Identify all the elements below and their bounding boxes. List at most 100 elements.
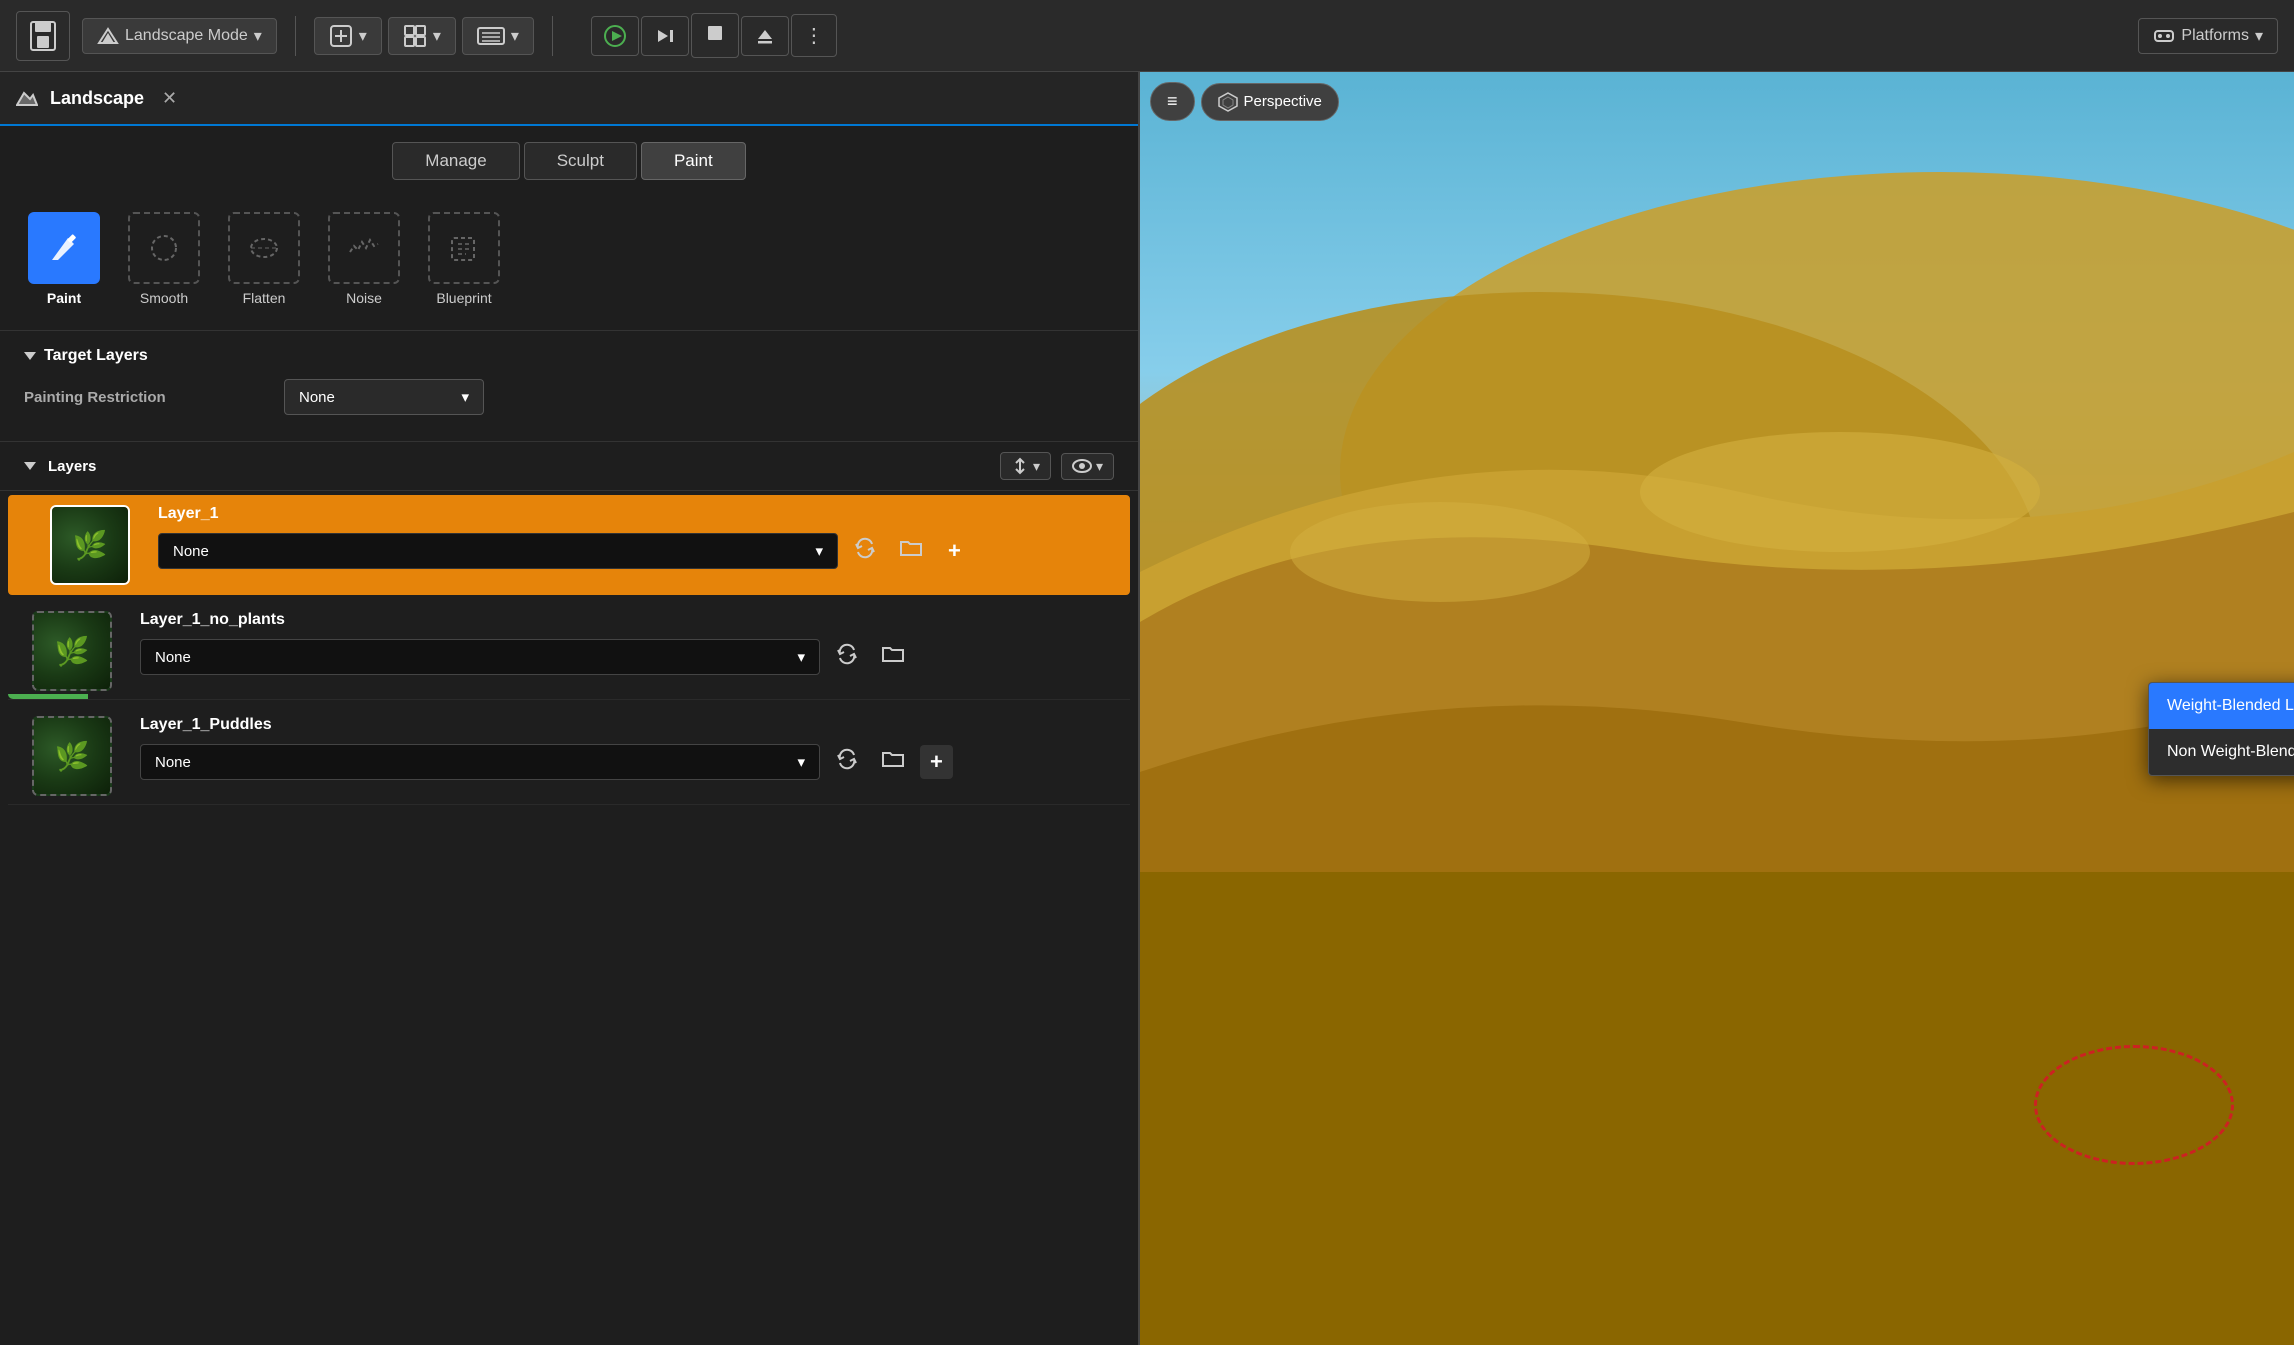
tool-blueprint-icon-box	[428, 212, 500, 284]
more-button[interactable]: ⋮	[791, 14, 837, 57]
tool-flatten[interactable]: Flatten	[224, 208, 304, 310]
layer2-name: Layer_1_no_plants	[140, 611, 1106, 629]
platforms-dropdown-icon: ▾	[2255, 26, 2263, 46]
main-layout: Landscape ✕ Manage Sculpt Paint Paint	[0, 72, 2294, 1345]
play-group: ⋮	[591, 13, 837, 58]
perspective-label: Perspective	[1244, 93, 1322, 110]
save-button[interactable]	[16, 11, 70, 61]
tool-flatten-label: Flatten	[243, 290, 286, 306]
eject-button[interactable]	[741, 16, 789, 56]
separator-2	[552, 16, 553, 56]
layer2-content: Layer_1_no_plants None ▾	[140, 611, 1106, 691]
layer2-folder-button[interactable]	[874, 640, 912, 674]
tool-flatten-icon-box	[228, 212, 300, 284]
layer3-content: Layer_1_Puddles None ▾	[140, 716, 1106, 796]
layer3-name: Layer_1_Puddles	[140, 716, 1106, 734]
dropdown-item-weight-blended[interactable]: Weight-Blended Layer (normal)	[2149, 683, 2294, 729]
layer1-select-row: None ▾	[158, 533, 1104, 569]
platforms-label: Platforms	[2181, 27, 2249, 45]
landscape-mode-label: Landscape Mode	[125, 27, 248, 45]
layer2-select-value: None	[155, 649, 191, 666]
transform-dropdown-icon: ▾	[433, 26, 441, 46]
layer1-name: Layer_1	[158, 505, 1104, 523]
hamburger-icon: ≡	[1167, 91, 1178, 112]
layer3-select-value: None	[155, 754, 191, 771]
tool-smooth[interactable]: Smooth	[124, 208, 204, 310]
stop-button[interactable]	[691, 13, 739, 58]
panel-header: Landscape ✕	[0, 72, 1138, 126]
painting-restriction-row: Painting Restriction None ▾	[24, 379, 1114, 415]
visibility-dropdown-icon: ▾	[1096, 458, 1103, 475]
tool-paint-icon-box	[28, 212, 100, 284]
dropdown-item-non-weight-blended[interactable]: Non Weight-Blended Layer	[2149, 729, 2294, 775]
sort-dropdown-icon: ▾	[1033, 458, 1040, 475]
layer3-refresh-button[interactable]	[828, 744, 866, 780]
platforms-button[interactable]: Platforms ▾	[2138, 18, 2278, 54]
tool-smooth-icon-box	[128, 212, 200, 284]
layer3-add-button[interactable]: +	[920, 745, 953, 779]
collapse-triangle[interactable]	[24, 352, 36, 360]
layer2-select[interactable]: None ▾	[140, 639, 820, 675]
painting-restriction-label: Painting Restriction	[24, 389, 284, 406]
layer-row-layer1-no-plants: 🌿 Layer_1_no_plants None ▾	[8, 603, 1130, 700]
viewport-panel: ≡ Perspective	[1140, 72, 2294, 1345]
layer1-content: Layer_1 None ▾	[158, 505, 1104, 585]
panel-close-button[interactable]: ✕	[162, 88, 177, 109]
layer3-select-row: None ▾	[140, 744, 1106, 780]
layer2-refresh-button[interactable]	[828, 639, 866, 675]
viewport-menu-button[interactable]: ≡	[1150, 82, 1195, 121]
sequence-dropdown-icon: ▾	[511, 26, 519, 46]
tab-manage[interactable]: Manage	[392, 142, 519, 180]
left-panel: Landscape ✕ Manage Sculpt Paint Paint	[0, 72, 1140, 1345]
tools-row: Paint Smooth Flatten	[0, 192, 1138, 331]
tool-paint[interactable]: Paint	[24, 208, 104, 310]
layers-visibility-button[interactable]: ▾	[1061, 453, 1114, 480]
layer3-select-arrow: ▾	[797, 753, 805, 771]
add-button[interactable]: ▾	[314, 17, 382, 55]
tool-paint-label: Paint	[47, 290, 81, 306]
landscape-mode-dropdown-icon: ▾	[254, 26, 262, 46]
layer-row-layer1-puddles: 🌿 Layer_1_Puddles None ▾	[8, 708, 1130, 805]
landscape-icon	[16, 87, 38, 109]
layer1-thumbnail: 🌿	[50, 505, 130, 585]
layers-sort-button[interactable]: ▾	[1000, 452, 1051, 480]
more-icon: ⋮	[804, 23, 824, 48]
step-button[interactable]	[641, 16, 689, 56]
tab-sculpt[interactable]: Sculpt	[524, 142, 637, 180]
layer1-refresh-button[interactable]	[846, 533, 884, 569]
add-dropdown-icon: ▾	[359, 26, 367, 46]
layer1-add-button[interactable]: +	[938, 534, 971, 568]
painting-restriction-select[interactable]: None ▾	[284, 379, 484, 415]
add-group: ▾ ▾ ▾	[314, 17, 534, 55]
layer1-select[interactable]: None ▾	[158, 533, 838, 569]
layer-type-dropdown: Weight-Blended Layer (normal) Non Weight…	[2148, 682, 2294, 776]
layers-collapse-triangle[interactable]	[24, 462, 36, 470]
layer1-select-arrow: ▾	[815, 542, 823, 560]
sequence-button[interactable]: ▾	[462, 17, 534, 55]
tool-noise[interactable]: Noise	[324, 208, 404, 310]
layer3-select[interactable]: None ▾	[140, 744, 820, 780]
layer1-folder-button[interactable]	[892, 534, 930, 568]
red-selection-circle	[2034, 1045, 2234, 1165]
panel-title: Landscape	[50, 88, 144, 109]
layer3-thumbnail: 🌿	[32, 716, 112, 796]
transform-button[interactable]: ▾	[388, 17, 456, 55]
tool-smooth-label: Smooth	[140, 290, 188, 306]
perspective-icon	[1218, 92, 1238, 112]
tool-blueprint[interactable]: Blueprint	[424, 208, 504, 310]
layers-header: Layers ▾ ▾	[0, 441, 1138, 491]
layers-controls: ▾ ▾	[1000, 452, 1114, 480]
layers-title: Layers	[48, 458, 96, 475]
tab-paint[interactable]: Paint	[641, 142, 746, 180]
tool-noise-icon-box	[328, 212, 400, 284]
target-layers-title: Target Layers	[44, 347, 148, 365]
layer2-thumbnail: 🌿	[32, 611, 112, 691]
landscape-mode-button[interactable]: Landscape Mode ▾	[82, 18, 277, 54]
tool-noise-label: Noise	[346, 290, 382, 306]
target-layers-section: Target Layers Painting Restriction None …	[0, 331, 1138, 441]
play-button[interactable]	[591, 16, 639, 56]
layer3-folder-button[interactable]	[874, 745, 912, 779]
perspective-button[interactable]: Perspective	[1201, 83, 1339, 121]
top-toolbar: Landscape Mode ▾ ▾ ▾	[0, 0, 2294, 72]
separator-1	[295, 16, 296, 56]
